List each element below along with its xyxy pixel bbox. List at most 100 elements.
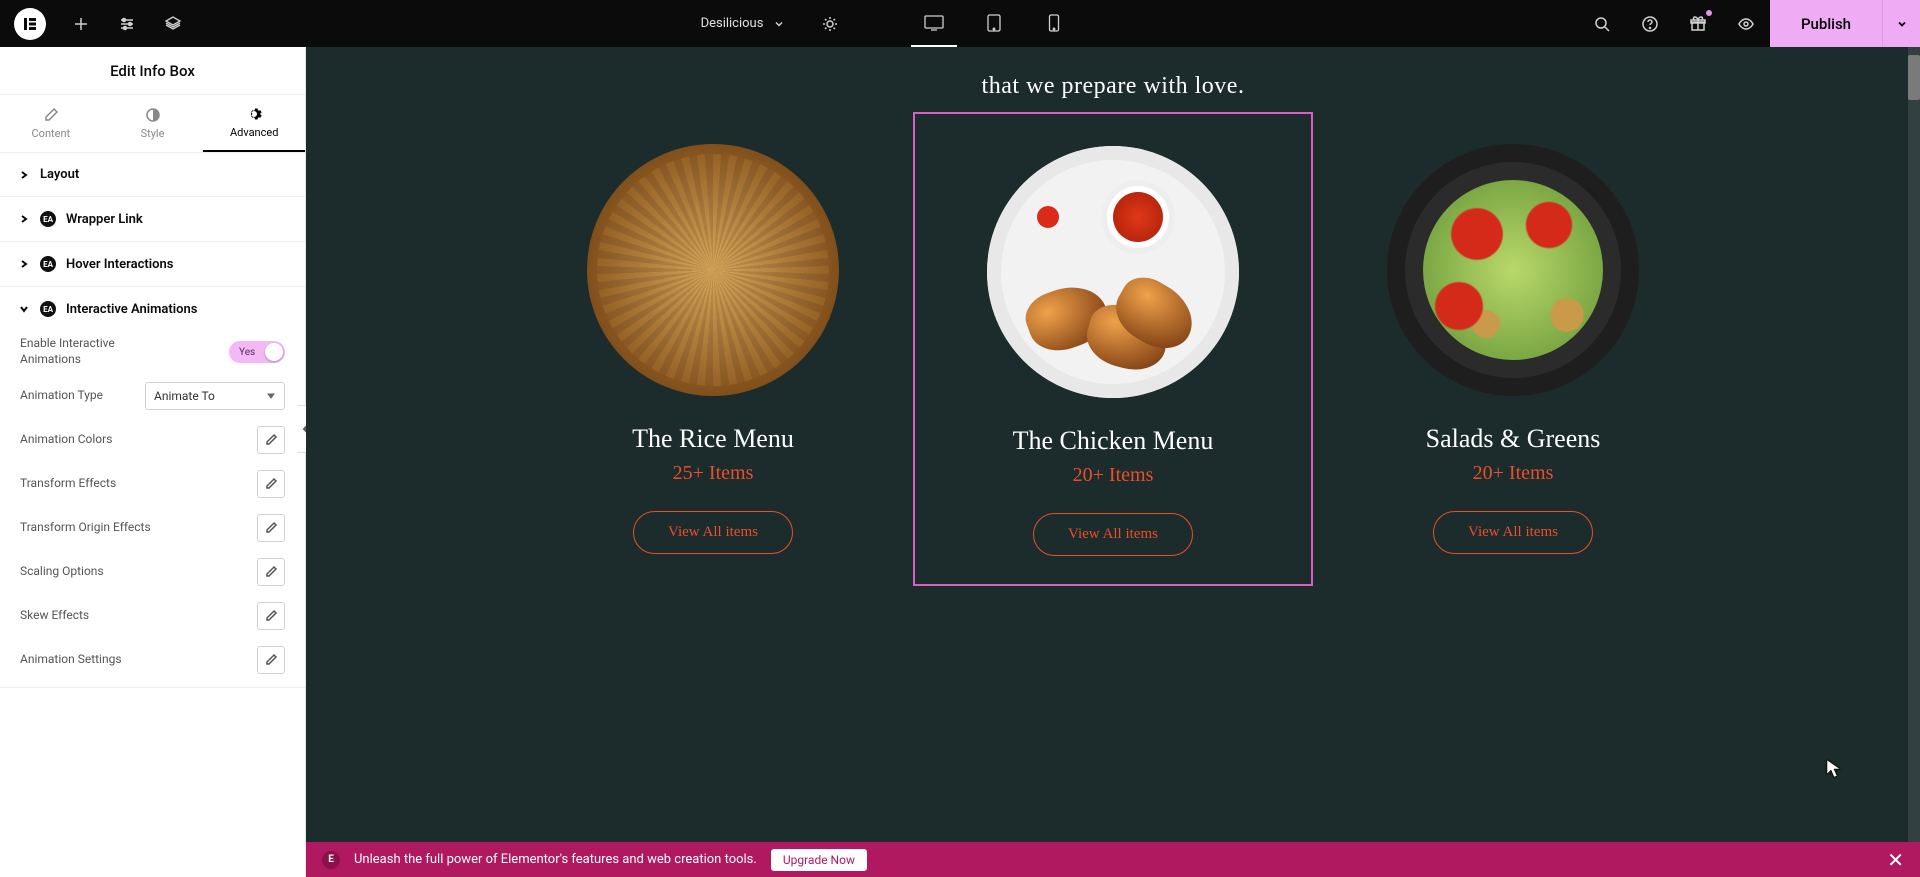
preview-icon[interactable] (1722, 0, 1770, 47)
device-switcher (911, 0, 1077, 47)
sidebar-title: Edit Info Box (0, 47, 305, 95)
transform-origin-label: Transform Origin Effects (20, 520, 151, 536)
section-animations: EA Interactive Animations Enable Interac… (0, 287, 305, 688)
tab-advanced-label: Advanced (230, 126, 278, 139)
animation-colors-label: Animation Colors (20, 432, 112, 448)
card-items: 20+ Items (935, 464, 1291, 487)
close-icon[interactable]: ✕ (1887, 848, 1904, 872)
card-chicken[interactable]: The Chicken Menu 20+ Items View All item… (913, 112, 1313, 586)
transform-effects-label: Transform Effects (20, 476, 116, 492)
card-salad[interactable]: Salads & Greens 20+ Items View All items (1313, 112, 1713, 586)
skew-effects-edit[interactable] (257, 602, 285, 630)
card-rice[interactable]: The Rice Menu 25+ Items View All items (513, 112, 913, 586)
animation-colors-edit[interactable] (257, 426, 285, 454)
tab-style-label: Style (141, 127, 165, 140)
toggle-knob (265, 343, 283, 361)
scaling-options-edit[interactable] (257, 558, 285, 586)
upgrade-button[interactable]: Upgrade Now (771, 849, 867, 871)
card-title: Salads & Greens (1333, 424, 1693, 454)
site-name: Desilicious (701, 16, 764, 31)
card-title: The Chicken Menu (935, 426, 1291, 456)
plate-chicken-image (987, 146, 1239, 398)
elementor-badge-icon: E (322, 851, 340, 869)
site-picker[interactable]: Desilicious (697, 16, 790, 31)
enable-animations-toggle[interactable]: Yes (229, 341, 285, 363)
sidebar-scroll[interactable]: Layout EA Wrapper Link EA Hover Interact… (0, 153, 305, 877)
enable-animations-label: Enable Interactive Animations (20, 336, 160, 367)
section-layout: Layout (0, 153, 305, 197)
settings-sliders-icon[interactable] (104, 0, 150, 47)
gift-icon[interactable] (1674, 0, 1722, 47)
ea-badge-icon: EA (40, 301, 56, 317)
topbar-right: Publish (1578, 0, 1920, 47)
view-all-button[interactable]: View All items (633, 511, 793, 554)
sidebar: Edit Info Box Content Style Advanced Lay… (0, 47, 306, 877)
topbar: Desilicious Publish (0, 0, 1920, 47)
animation-type-select[interactable]: Animate To (145, 382, 285, 410)
mouse-cursor (1826, 759, 1842, 779)
enable-animations-row: Enable Interactive Animations Yes (20, 335, 285, 369)
section-hover: EA Hover Interactions (0, 242, 305, 287)
tab-content[interactable]: Content (0, 95, 102, 152)
section-hover-head[interactable]: EA Hover Interactions (0, 242, 305, 286)
section-layout-label: Layout (40, 167, 79, 182)
page-settings-icon[interactable] (807, 0, 853, 47)
plate-salad-image (1387, 144, 1639, 396)
view-all-button[interactable]: View All items (1433, 511, 1593, 554)
section-wrapper: EA Wrapper Link (0, 197, 305, 242)
ea-badge-icon: EA (40, 256, 56, 272)
canvas: that we prepare with love. The Rice Menu… (306, 47, 1920, 877)
animation-settings-edit[interactable] (257, 646, 285, 674)
topbar-center: Desilicious (196, 0, 1578, 47)
section-wrapper-head[interactable]: EA Wrapper Link (0, 197, 305, 241)
ea-badge-icon: EA (40, 211, 56, 227)
help-icon[interactable] (1626, 0, 1674, 47)
search-icon[interactable] (1578, 0, 1626, 47)
tab-advanced[interactable]: Advanced (203, 95, 305, 152)
caret-right-icon (20, 215, 30, 223)
plus-icon[interactable] (58, 0, 104, 47)
animation-settings-row: Animation Settings (20, 643, 285, 677)
publish-button[interactable]: Publish (1770, 0, 1882, 47)
scrollbar-thumb[interactable] (1908, 55, 1920, 100)
canvas-scrollbar[interactable] (1908, 47, 1920, 842)
layers-icon[interactable] (150, 0, 196, 47)
section-animations-label: Interactive Animations (66, 302, 197, 317)
card-title: The Rice Menu (533, 424, 893, 454)
sidebar-tabs: Content Style Advanced (0, 95, 305, 153)
caret-right-icon (20, 260, 30, 268)
tab-content-label: Content (32, 127, 71, 140)
scaling-options-row: Scaling Options (20, 555, 285, 589)
notification-dot (1705, 9, 1713, 17)
publish-options-button[interactable] (1882, 0, 1920, 47)
section-wrapper-label: Wrapper Link (66, 212, 143, 227)
plate-rice-image (587, 144, 839, 396)
toggle-value: Yes (239, 347, 255, 358)
transform-effects-row: Transform Effects (20, 467, 285, 501)
device-mobile[interactable] (1031, 0, 1077, 47)
skew-effects-label: Skew Effects (20, 608, 89, 624)
cards-container: The Rice Menu 25+ Items View All items T… (306, 104, 1920, 606)
animation-type-value: Animate To (154, 389, 215, 403)
elementor-logo[interactable] (14, 8, 46, 40)
view-all-button[interactable]: View All items (1033, 513, 1193, 556)
section-animations-head[interactable]: EA Interactive Animations (0, 287, 305, 331)
section-animations-body: Enable Interactive Animations Yes Animat… (0, 331, 305, 687)
upgrade-banner: E Unleash the full power of Elementor's … (306, 842, 1920, 877)
animation-settings-label: Animation Settings (20, 652, 122, 668)
section-hover-label: Hover Interactions (66, 257, 173, 272)
device-desktop[interactable] (911, 0, 957, 47)
transform-origin-row: Transform Origin Effects (20, 511, 285, 545)
card-items: 20+ Items (1333, 462, 1693, 485)
main: Edit Info Box Content Style Advanced Lay… (0, 47, 1920, 877)
transform-origin-edit[interactable] (257, 514, 285, 542)
section-layout-head[interactable]: Layout (0, 153, 305, 196)
transform-effects-edit[interactable] (257, 470, 285, 498)
animation-type-label: Animation Type (20, 388, 103, 404)
device-tablet[interactable] (971, 0, 1017, 47)
tab-style[interactable]: Style (102, 95, 204, 152)
caret-right-icon (20, 171, 30, 179)
topbar-left (0, 0, 196, 47)
card-items: 25+ Items (533, 462, 893, 485)
animation-type-row: Animation Type Animate To (20, 379, 285, 413)
